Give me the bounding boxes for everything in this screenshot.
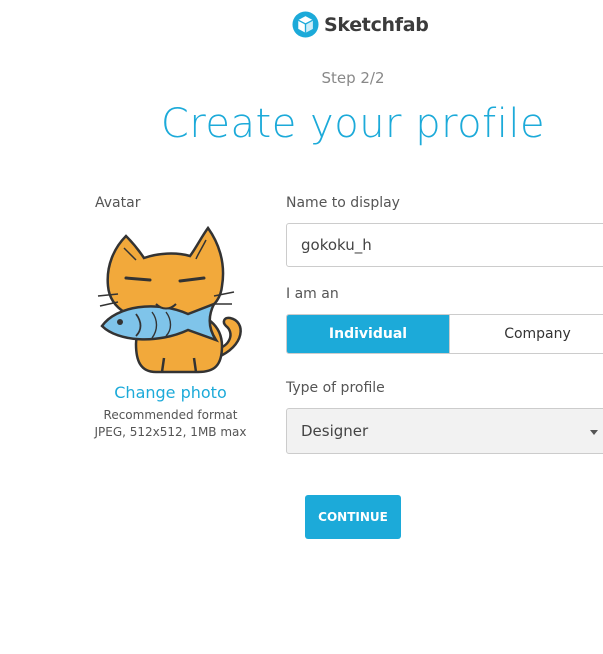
profile-type-value: Designer xyxy=(301,422,369,440)
chevron-down-icon xyxy=(590,430,598,435)
cat-with-fish-avatar xyxy=(97,225,242,374)
continue-button[interactable]: CONTINUE xyxy=(305,495,401,539)
profile-type-select[interactable]: Designer xyxy=(286,408,603,454)
change-photo-link[interactable]: Change photo xyxy=(95,383,246,402)
profile-type-label: Type of profile xyxy=(286,380,385,396)
account-type-toggle: Individual Company xyxy=(286,314,603,354)
company-option[interactable]: Company xyxy=(449,315,603,353)
page-title: Create your profile xyxy=(160,101,546,147)
display-name-input[interactable] xyxy=(286,223,603,267)
account-type-label: I am an xyxy=(286,286,339,302)
brand-name: Sketchfab xyxy=(324,13,429,36)
name-label: Name to display xyxy=(286,195,400,211)
sketchfab-logo[interactable]: Sketchfab xyxy=(292,11,429,38)
sketchfab-cube-icon xyxy=(292,11,319,38)
avatar-image[interactable] xyxy=(96,225,246,374)
signup-page: Sketchfab Step 2/2 Create your profile A… xyxy=(0,0,603,654)
step-indicator: Step 2/2 xyxy=(321,69,385,87)
individual-option[interactable]: Individual xyxy=(287,315,449,353)
avatar-size-hint: JPEG, 512x512, 1MB max xyxy=(94,425,247,439)
avatar-label: Avatar xyxy=(95,195,141,211)
avatar-format-hint: Recommended format xyxy=(103,408,238,422)
